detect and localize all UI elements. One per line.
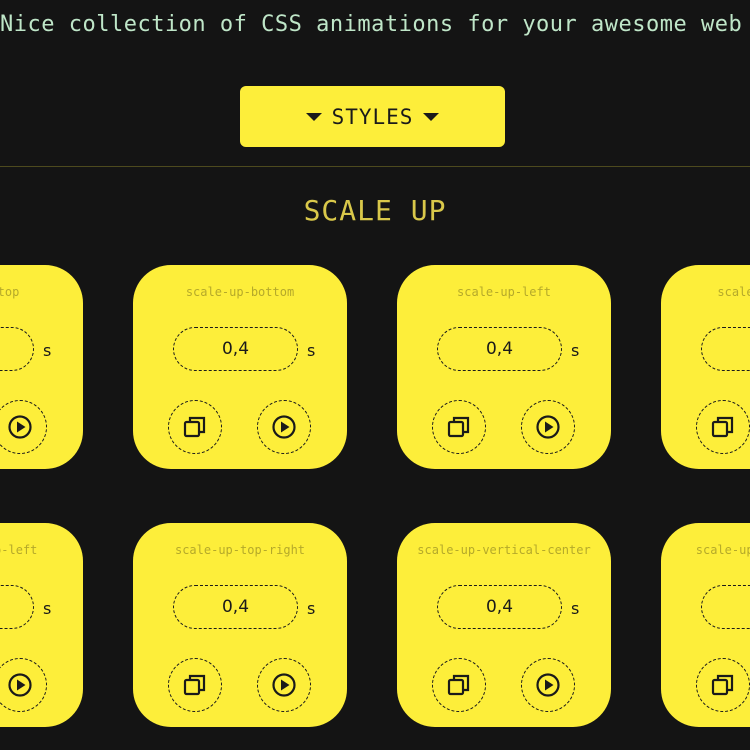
- copy-button[interactable]: [696, 400, 750, 454]
- animation-card[interactable]: scale-up-vertical-center 0,4 s: [397, 523, 611, 727]
- copy-icon: [182, 414, 208, 440]
- animation-card[interactable]: scale-up-right0,4s: [661, 265, 750, 469]
- duration-unit: s: [307, 599, 316, 618]
- duration-input[interactable]: 0,4: [0, 585, 34, 629]
- caret-down-icon: [423, 112, 440, 121]
- copy-icon: [182, 672, 208, 698]
- animation-name: scale-up-left: [457, 285, 551, 299]
- play-icon: [535, 672, 561, 698]
- duration-input[interactable]: 0,4: [437, 585, 562, 629]
- play-icon: [535, 414, 561, 440]
- play-icon: [271, 672, 297, 698]
- copy-button[interactable]: [432, 658, 486, 712]
- duration-input[interactable]: 0,4: [173, 585, 298, 629]
- styles-button-label: STYLES: [331, 104, 414, 129]
- play-button[interactable]: [0, 658, 47, 712]
- play-icon: [271, 414, 297, 440]
- copy-icon: [710, 672, 736, 698]
- animation-name: scale-up-vertical-center: [417, 543, 591, 557]
- duration-unit: s: [571, 341, 580, 360]
- animation-name: scale-up-top-right: [174, 543, 306, 557]
- duration-unit: s: [43, 341, 52, 360]
- animation-name: scale-up-right: [717, 285, 750, 299]
- play-icon: [7, 672, 33, 698]
- animation-name: scale-up-bottom: [185, 285, 295, 299]
- copy-button[interactable]: [432, 400, 486, 454]
- animation-card[interactable]: scale-up-top-right 0,4 s: [133, 523, 347, 727]
- tagline: Nice collection of CSS animations for yo…: [0, 12, 750, 37]
- duration-unit: s: [43, 599, 52, 618]
- caret-down-icon: [305, 112, 322, 121]
- play-button[interactable]: [257, 658, 311, 712]
- copy-button[interactable]: [168, 400, 222, 454]
- copy-button[interactable]: [696, 658, 750, 712]
- animation-name: scale-up-top: [0, 285, 20, 299]
- animation-card[interactable]: scale-up-left 0,4 s: [397, 265, 611, 469]
- duration-input[interactable]: 0,4: [437, 327, 562, 371]
- duration-input[interactable]: 0,4: [173, 327, 298, 371]
- duration-input[interactable]: 0,4: [701, 327, 750, 371]
- play-button[interactable]: [521, 400, 575, 454]
- styles-dropdown-button[interactable]: STYLES: [240, 86, 505, 147]
- animation-card[interactable]: scale-up-bottom-left0,4s: [661, 523, 750, 727]
- copy-button[interactable]: [168, 658, 222, 712]
- play-button[interactable]: [257, 400, 311, 454]
- animation-name: scale-up-bottom-left: [695, 543, 750, 557]
- animation-card[interactable]: scale-up-top 0,4 s: [0, 265, 83, 469]
- play-button[interactable]: [521, 658, 575, 712]
- animation-card[interactable]: scale-up-top-left 0,4 s: [0, 523, 83, 727]
- copy-icon: [446, 672, 472, 698]
- duration-unit: s: [571, 599, 580, 618]
- section-title: SCALE UP: [303, 194, 447, 227]
- play-icon: [7, 414, 33, 440]
- animation-card[interactable]: scale-up-bottom 0,4 s: [133, 265, 347, 469]
- play-button[interactable]: [0, 400, 47, 454]
- divider: [0, 166, 750, 167]
- duration-unit: s: [307, 341, 316, 360]
- animation-name: scale-up-top-left: [0, 543, 38, 557]
- duration-input[interactable]: 0,4: [701, 585, 750, 629]
- page: Nice collection of CSS animations for yo…: [0, 0, 750, 750]
- copy-icon: [710, 414, 736, 440]
- duration-input[interactable]: 0,4: [0, 327, 34, 371]
- copy-icon: [446, 414, 472, 440]
